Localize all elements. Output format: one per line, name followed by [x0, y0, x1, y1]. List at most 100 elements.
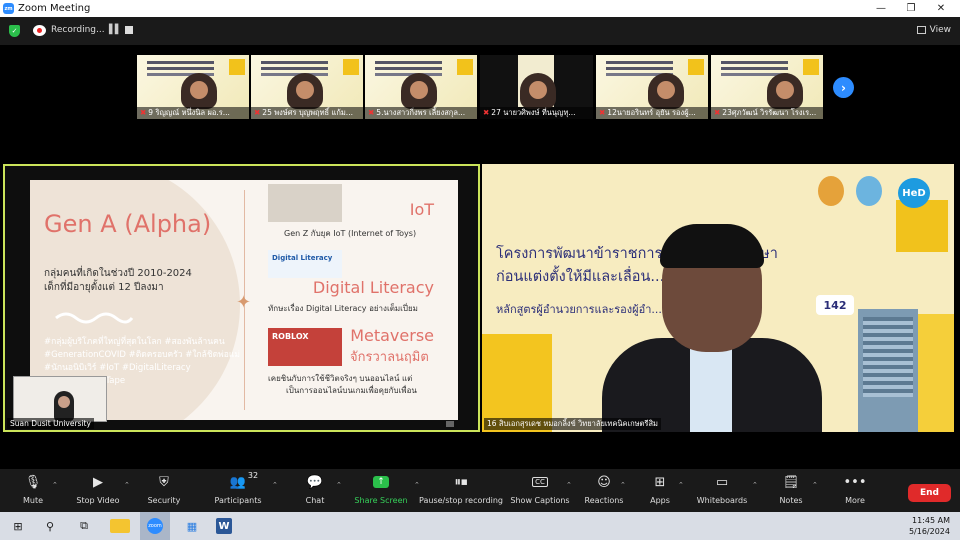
close-button[interactable]: ✕ [926, 0, 956, 17]
whiteboards-options-chevron-icon[interactable]: ⌃ [752, 481, 758, 489]
video-options-chevron-icon[interactable]: ⌃ [124, 481, 130, 489]
whiteboards-button[interactable]: ▭ Whiteboards [696, 469, 748, 512]
participant-thumbnail[interactable]: ✖ 9 ริญญณ์ หนึ่งนิล ผอ.ร... [137, 55, 249, 119]
participants-button[interactable]: 👥 32 Participants [212, 469, 264, 512]
end-meeting-button[interactable]: End [908, 484, 951, 502]
participant-name: ✖ 23ศุภวัฒน์ วิรรัฒนา โรงเร... [711, 107, 823, 119]
more-button[interactable]: ••• More [840, 469, 870, 512]
minimize-button[interactable]: — [866, 0, 896, 17]
metaverse-heading: Metaverse [350, 326, 434, 345]
muted-mic-icon: ✖ [483, 108, 490, 117]
apps-icon: ⊞ [654, 474, 666, 490]
muted-mic-icon: ✖ [140, 108, 147, 117]
participant-name-label: 16 สิบเอกสุรเดช หมอกลิ้งข์ วิทยาลัยเทคนิ… [484, 418, 661, 430]
mute-button[interactable]: 🎙 Mute [18, 469, 48, 512]
roblox-image: ROBLOX [268, 328, 342, 366]
chat-options-chevron-icon[interactable]: ⌃ [336, 481, 342, 489]
view-grid-icon [916, 26, 926, 34]
hed-logo-icon: HeD [898, 178, 930, 208]
emblem-logo-icon [818, 176, 844, 206]
digital-literacy-subtitle: ทักษะเรื่อง Digital Literacy อย่างเต็มเป… [268, 304, 418, 313]
windows-start-icon[interactable]: ⊞ [8, 516, 28, 536]
captions-options-chevron-icon[interactable]: ⌃ [566, 481, 572, 489]
participants-options-chevron-icon[interactable]: ⌃ [272, 481, 278, 489]
muted-mic-icon: ✖ [368, 108, 375, 117]
participant-thumbnail[interactable]: ✖ 5.นางสาวกิ่งพร เลี้ยงสกุล... [365, 55, 477, 119]
participant-name: ✖ 12นายอรินทร์ อุยัน รองผู้... [596, 107, 708, 119]
participant-video [401, 73, 437, 109]
reactions-button[interactable]: ☺ Reactions [584, 469, 624, 512]
ministry-logo-icon [856, 176, 882, 206]
muted-mic-icon: ✖ [714, 108, 721, 117]
zoom-logo-icon: zm [3, 3, 14, 14]
show-captions-button[interactable]: CC Show Captions [510, 469, 570, 512]
notes-button[interactable]: 🗒 Notes [776, 469, 806, 512]
meeting-top-bar: ✓ Recording... ▌▌ View [0, 17, 960, 45]
participants-icon: 👥 32 [229, 471, 259, 490]
clock-time: 11:45 AM [912, 516, 950, 525]
participant-thumbnail[interactable]: ✖ 25 พงษ์ศร บุญพฤทธิ์ แก้ม... [251, 55, 363, 119]
stop-video-button[interactable]: ▶ Stop Video [74, 469, 122, 512]
next-page-arrow-icon[interactable]: › [833, 77, 854, 98]
participant-video-speaker[interactable]: HeD โครงการพัฒนาข้าราชการ...กรทางการศึกษ… [482, 164, 954, 432]
file-explorer-icon[interactable] [110, 519, 130, 533]
window-title-bar: zm Zoom Meeting — ❐ ✕ [0, 0, 960, 17]
participant-thumbnail[interactable]: ✖ 27 นายวศิพงษ์ ที่นนุญทุ... [480, 55, 593, 119]
video-options-icon[interactable] [446, 421, 454, 427]
view-button[interactable]: View [916, 25, 951, 35]
windows-taskbar: ⊞ ⚲ ⧉ zoom ▦ W 11:45 AM 5/16/2024 [0, 512, 960, 540]
notes-options-chevron-icon[interactable]: ⌃ [812, 481, 818, 489]
pause-recording-icon[interactable]: ▌▌ [109, 25, 122, 35]
pause-stop-icon: ⏸⏹ [454, 474, 468, 490]
chat-button[interactable]: 💬 Chat [300, 469, 330, 512]
participant-name: ✖ 9 ริญญณ์ หนึ่งนิล ผอ.ร... [137, 107, 249, 119]
word-icon[interactable]: W [216, 518, 232, 534]
participant-name: ✖ 25 พงษ์ศร บุญพฤทธิ์ แก้ม... [251, 107, 363, 119]
share-screen-button[interactable]: ↑ Share Screen [354, 469, 408, 512]
apps-button[interactable]: ⊞ Apps [646, 469, 674, 512]
sparkle-icon: ✦ [236, 292, 252, 313]
digital-literacy-image: Digital Literacy [268, 250, 342, 278]
chat-bubble-icon: 💬 [306, 474, 324, 490]
audio-options-chevron-icon[interactable]: ⌃ [52, 481, 58, 489]
security-button[interactable]: ⛨ Security [146, 469, 182, 512]
participant-name: ✖ 5.นางสาวกิ่งพร เลี้ยงสกุล... [365, 107, 477, 119]
apps-options-chevron-icon[interactable]: ⌃ [678, 481, 684, 489]
reactions-options-chevron-icon[interactable]: ⌃ [620, 481, 626, 489]
recording-icon [33, 25, 46, 36]
restore-button[interactable]: ❐ [896, 0, 926, 17]
more-dots-icon: ••• [843, 474, 867, 490]
iot-subtitle: Gen Z กับยุค IoT (Internet of Toys) [284, 229, 417, 238]
metaverse-thai-heading: จักรวาลนฤมิต [350, 350, 429, 365]
participant-thumbnail[interactable]: ✖ 12นายอรินทร์ อุยัน รองผู้... [596, 55, 708, 119]
meeting-toolbar: 🎙 Mute ⌃ ▶ Stop Video ⌃ ⛨ Security 👥 32 P… [0, 469, 960, 512]
participant-video [648, 73, 684, 109]
recording-label: Recording... [51, 25, 105, 35]
slide-title: Gen A (Alpha) [44, 210, 212, 238]
captions-icon: CC [532, 469, 548, 495]
building-image [858, 309, 918, 432]
shield-icon: ⛨ [159, 474, 169, 490]
slide-line-1: กลุ่มคนที่เกิดในช่วงปี 2010-2024 [44, 268, 192, 279]
view-label: View [929, 25, 951, 35]
participant-video [181, 73, 217, 109]
muted-mic-icon: ✖ [254, 108, 261, 117]
metaverse-subtitle-2: เป็นการออนไลน์บนเกมเพื่อคุยกับเพื่อน [286, 386, 417, 395]
notes-icon: 🗒 [782, 474, 800, 490]
video-camera-icon: ▶ [93, 474, 103, 490]
child-with-toy-image [268, 184, 342, 222]
participant-thumbnail[interactable]: ✖ 23ศุภวัฒน์ วิรรัฒนา โรงเร... [711, 55, 823, 119]
participant-name: ✖ 27 นายวศิพงษ์ ที่นนุญทุ... [480, 107, 593, 119]
store-app-icon[interactable]: ▦ [182, 516, 202, 536]
security-shield-icon[interactable]: ✓ [9, 25, 20, 37]
stop-recording-icon[interactable] [125, 26, 133, 34]
clock-date: 5/16/2024 [908, 527, 950, 536]
whiteboard-icon: ▭ [715, 474, 729, 490]
search-icon[interactable]: ⚲ [40, 516, 60, 536]
pause-stop-recording-button[interactable]: ⏸⏹ Pause/stop recording [418, 469, 504, 512]
squiggle-decoration [55, 312, 134, 324]
task-view-icon[interactable]: ⧉ [74, 516, 94, 536]
zoom-taskbar-button[interactable]: zoom [140, 512, 170, 540]
system-clock[interactable]: 11:45 AM 5/16/2024 [909, 515, 950, 537]
participant-video-suan-dusit[interactable]: Gen A (Alpha) กลุ่มคนที่เกิดในช่วงปี 201… [3, 164, 480, 432]
